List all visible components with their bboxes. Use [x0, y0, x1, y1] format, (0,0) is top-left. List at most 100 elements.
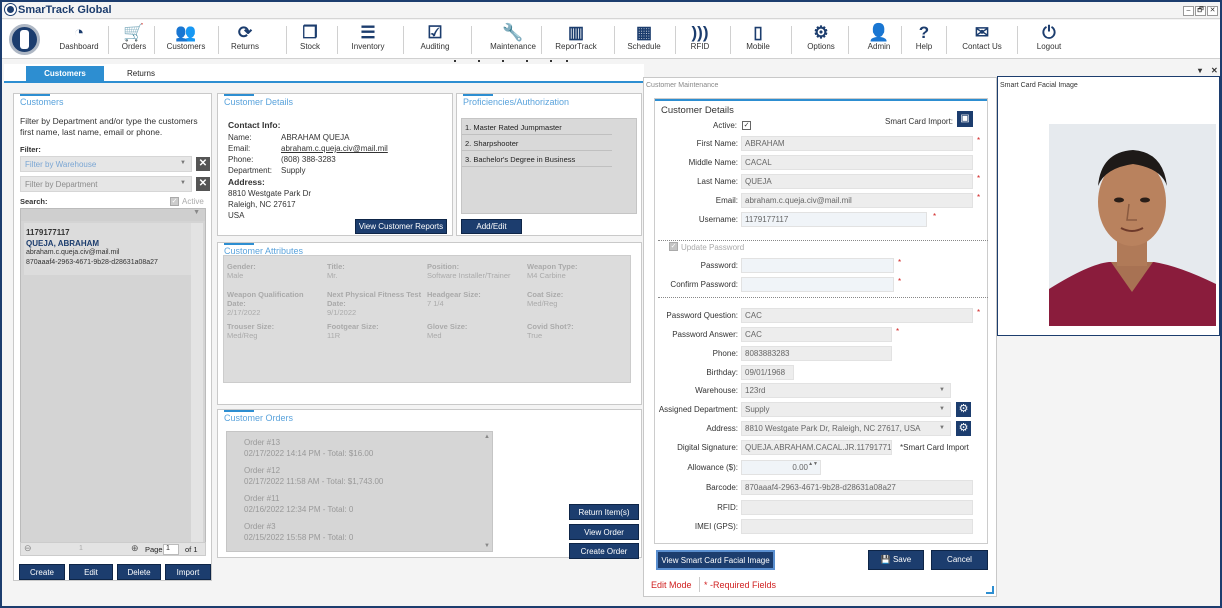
- warehouse-filter-select[interactable]: Filter by Warehouse ▼: [20, 156, 192, 172]
- birthday-input[interactable]: 09/01/1968: [741, 365, 794, 380]
- save-button[interactable]: 💾 Save: [868, 550, 924, 570]
- scroll-down-icon[interactable]: ▼: [484, 543, 490, 549]
- close-panel-icon[interactable]: ✕: [1211, 66, 1218, 75]
- scroll-up-icon[interactable]: ▲: [484, 434, 490, 440]
- gear-icon[interactable]: ⚙: [956, 421, 971, 436]
- first-name-input[interactable]: ABRAHAM: [741, 136, 973, 151]
- email-link[interactable]: abraham.c.queja.civ@mail.mil: [281, 144, 388, 153]
- toolbar-auditing[interactable]: ☑ Auditing: [409, 20, 461, 59]
- update-password-checkbox[interactable]: ✓: [669, 242, 678, 251]
- add-edit-proficiency-button[interactable]: Add/Edit: [461, 219, 522, 234]
- toolbar-help[interactable]: ? Help: [907, 20, 941, 59]
- password-question-input[interactable]: CAC: [741, 308, 973, 323]
- gear-icon[interactable]: ⚙: [956, 402, 971, 417]
- order-title[interactable]: Order #13: [244, 438, 280, 447]
- order-title[interactable]: Order #12: [244, 466, 280, 475]
- view-customer-reports-button[interactable]: View Customer Reports: [355, 219, 447, 234]
- next-page-icon[interactable]: ⊕: [131, 543, 139, 554]
- attribute-label: Position:: [427, 262, 460, 271]
- toolbar-admin[interactable]: 👤 Admin: [854, 20, 904, 59]
- create-customer-button[interactable]: Create: [19, 564, 65, 580]
- digital-signature-label: Digital Signature:: [677, 443, 738, 452]
- tab-returns[interactable]: Returns: [102, 66, 180, 82]
- view-order-button[interactable]: View Order: [569, 524, 639, 540]
- minimize-button[interactable]: –: [1183, 6, 1194, 16]
- toolbar-options[interactable]: ⚙ Options: [797, 20, 845, 59]
- clear-warehouse-button[interactable]: ✕: [196, 157, 210, 171]
- order-title[interactable]: Order #3: [244, 522, 276, 531]
- proficiency-item[interactable]: 1. Master Rated Jumpmaster: [462, 119, 612, 135]
- search-results-list[interactable]: ▼ 1179177117 QUEJA, ABRAHAM abraham.c.qu…: [20, 208, 206, 550]
- orders-list[interactable]: ▲ ▼ Order #13 02/17/2022 14:14 PM - Total…: [226, 431, 493, 552]
- warehouse-select[interactable]: 123rd ▼: [741, 383, 951, 398]
- clear-department-button[interactable]: ✕: [196, 177, 210, 191]
- toolbar-maintenance[interactable]: 🔧 Maintenance: [477, 20, 549, 59]
- tab-customers[interactable]: Customers: [26, 66, 104, 82]
- toolbar-logout[interactable]: ⏻ Logout: [1023, 20, 1075, 59]
- imei-input[interactable]: [741, 519, 973, 534]
- password-answer-input[interactable]: CAC: [741, 327, 892, 342]
- results-scrollbar[interactable]: [191, 223, 203, 549]
- import-button[interactable]: Import: [165, 564, 211, 580]
- toolbar-stock[interactable]: ❐ Stock: [292, 20, 328, 59]
- prev-page-icon[interactable]: ⊖: [24, 543, 32, 554]
- stepper-icon[interactable]: ▲▼: [808, 461, 818, 467]
- pin-icon[interactable]: ▾: [1198, 66, 1202, 75]
- address-heading: Address:: [228, 177, 265, 187]
- proficiency-item[interactable]: 2. Sharpshooter: [462, 135, 612, 151]
- result-row[interactable]: 1179177117 QUEJA, ABRAHAM abraham.c.quej…: [24, 223, 192, 275]
- toolbar-customers[interactable]: 👥 Customers: [160, 20, 212, 59]
- toolbar-orders[interactable]: 🛒 Orders: [114, 20, 154, 59]
- delete-customer-button[interactable]: Delete: [117, 564, 161, 580]
- filter-icon[interactable]: ▼: [21, 209, 205, 221]
- resize-grip-icon[interactable]: [986, 586, 994, 594]
- confirm-password-label: Confirm Password:: [670, 280, 738, 289]
- phone-input[interactable]: 8083883283: [741, 346, 892, 361]
- smartcard-import-button[interactable]: ▣: [957, 111, 973, 127]
- return-items-button[interactable]: Return Item(s): [569, 504, 639, 520]
- barcode-input[interactable]: 870aaaf4-2963-4671-9b28-d28631a08a27: [741, 480, 973, 495]
- password-input[interactable]: [741, 258, 894, 273]
- restore-button[interactable]: 🗗: [1195, 6, 1206, 16]
- toolbar-schedule[interactable]: ▦ Schedule: [620, 20, 668, 59]
- proficiency-list[interactable]: 1. Master Rated Jumpmaster 2. Sharpshoot…: [461, 118, 637, 214]
- confirm-password-input[interactable]: [741, 277, 894, 292]
- edit-mode-label: Edit Mode: [651, 580, 692, 590]
- calendar-icon: ▦: [635, 23, 653, 42]
- last-name-input[interactable]: QUEJA: [741, 174, 973, 189]
- toolbar-dashboard[interactable]: ◔ Dashboard: [51, 20, 107, 59]
- proficiency-item[interactable]: 3. Bachelor's Degree in Business: [462, 151, 612, 167]
- toolbar-returns[interactable]: ⟳ Returns: [224, 20, 266, 59]
- toolbar-inventory[interactable]: ☰ Inventory: [343, 20, 393, 59]
- rfid-input[interactable]: [741, 500, 973, 515]
- edit-customer-button[interactable]: Edit: [69, 564, 113, 580]
- order-title[interactable]: Order #11: [244, 494, 279, 503]
- toolbar-rfid[interactable]: ))) RFID: [681, 20, 719, 59]
- cancel-button[interactable]: Cancel: [931, 550, 988, 570]
- section-title: Customer Details: [661, 105, 734, 116]
- username-input[interactable]: 1179177117: [741, 212, 927, 227]
- order-detail: 02/17/2022 14:14 PM - Total: $16.00: [244, 449, 374, 458]
- address-select[interactable]: 8810 Westgate Park Dr, Raleigh, NC 27617…: [741, 421, 951, 436]
- barcode-value: 870aaaf4-2963-4671-9b28-d28631a08a27: [745, 483, 896, 492]
- view-facial-image-button[interactable]: View Smart Card Facial Image: [656, 550, 775, 570]
- digital-signature-input[interactable]: QUEJA.ABRAHAM.CACAL.JR.1179177117: [741, 440, 892, 455]
- active-checkbox[interactable]: ✓: [742, 121, 751, 130]
- toolbar-mobile[interactable]: ▯ Mobile: [736, 20, 780, 59]
- create-order-button[interactable]: Create Order: [569, 543, 639, 559]
- toolbar-reportrack[interactable]: ▥ ReporTrack: [547, 20, 605, 59]
- email-input[interactable]: abraham.c.queja.civ@mail.mil: [741, 193, 973, 208]
- active-checkbox[interactable]: ✓: [170, 197, 179, 206]
- allowance-input[interactable]: 0.00 ▲▼: [741, 460, 821, 475]
- middle-name-input[interactable]: CACAL: [741, 155, 973, 170]
- close-button[interactable]: ✕: [1207, 6, 1218, 16]
- department-filter-select[interactable]: Filter by Department ▼: [20, 176, 192, 192]
- customer-details-panel: Customer Details Contact Info: Name: ABR…: [217, 93, 453, 236]
- facial-image-title: Smart Card Facial Image: [1000, 82, 1078, 89]
- result-email: abraham.c.queja.civ@mail.mil: [26, 249, 120, 256]
- toolbar-contact-us[interactable]: ✉ Contact Us: [952, 20, 1012, 59]
- birthday-label: Birthday:: [706, 368, 738, 377]
- page-input[interactable]: 1: [163, 544, 179, 555]
- toolbar-label: Inventory: [351, 42, 385, 51]
- assigned-department-select[interactable]: Supply ▼: [741, 402, 951, 417]
